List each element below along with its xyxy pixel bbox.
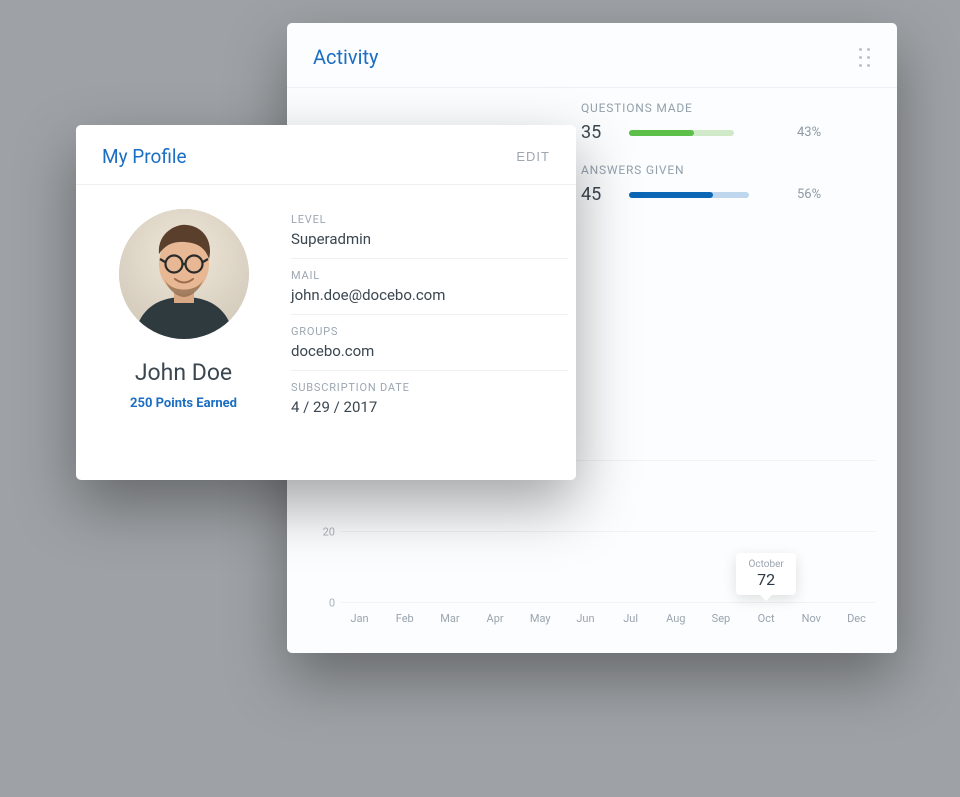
y-axis-tick: 20 [307, 525, 335, 538]
x-axis-label: Dec [847, 612, 866, 625]
metric-value: 35 [581, 122, 611, 143]
x-axis-label: Sep [712, 612, 731, 625]
info-subscription-date: SUBSCRIPTION DATE 4 / 29 / 2017 [291, 371, 568, 426]
x-axis-label: Jul [623, 612, 638, 625]
profile-title: My Profile [102, 145, 187, 168]
chart-tooltip: October72 [736, 553, 795, 595]
profile-details: LEVEL Superadmin MAIL john.doe@docebo.co… [291, 185, 576, 480]
x-axis-label: Feb [396, 612, 414, 625]
x-axis-label: Apr [487, 612, 504, 625]
metric-label: QUESTIONS MADE [581, 101, 871, 115]
x-axis-label: Oct [758, 612, 775, 625]
progress-bar [629, 192, 779, 198]
metric-questions-made: QUESTIONS MADE 35 43% [581, 101, 871, 143]
x-axis-label: Jun [576, 612, 594, 625]
x-axis-label: Mar [440, 612, 459, 625]
info-groups: GROUPS docebo.com [291, 315, 568, 371]
info-mail: MAIL john.doe@docebo.com [291, 259, 568, 315]
progress-bar [629, 130, 779, 136]
tooltip-value: 72 [748, 570, 783, 589]
metric-percent: 56% [797, 187, 837, 202]
metric-answers-given: ANSWERS GIVEN 45 56% [581, 163, 871, 205]
info-label: GROUPS [291, 325, 568, 338]
profile-card: My Profile EDIT [76, 125, 576, 480]
info-label: SUBSCRIPTION DATE [291, 381, 568, 394]
info-value: docebo.com [291, 342, 568, 360]
x-axis-label: Nov [802, 612, 821, 625]
info-value: john.doe@docebo.com [291, 286, 568, 304]
avatar[interactable] [119, 209, 249, 339]
activity-header: Activity [287, 23, 897, 88]
x-axis-label: May [530, 612, 551, 625]
metric-value: 45 [581, 184, 611, 205]
edit-button[interactable]: EDIT [516, 149, 550, 164]
info-value: Superadmin [291, 230, 568, 248]
info-value: 4 / 29 / 2017 [291, 398, 568, 416]
profile-name: John Doe [135, 359, 232, 386]
x-axis-label: Aug [666, 612, 685, 625]
x-axis-label: Jan [351, 612, 369, 625]
y-axis-tick: 0 [307, 597, 335, 610]
profile-header: My Profile EDIT [76, 125, 576, 185]
info-label: MAIL [291, 269, 568, 282]
activity-title: Activity [313, 45, 378, 69]
metric-label: ANSWERS GIVEN [581, 163, 871, 177]
info-label: LEVEL [291, 213, 568, 226]
activity-metrics: QUESTIONS MADE 35 43% ANSWERS GIVEN 45 5… [581, 101, 871, 225]
tooltip-month: October [748, 559, 783, 570]
metric-percent: 43% [797, 125, 837, 140]
profile-summary: John Doe 250 Points Earned [76, 185, 291, 480]
profile-points: 250 Points Earned [130, 396, 237, 411]
info-level: LEVEL Superadmin [291, 203, 568, 259]
drag-handle-icon[interactable] [857, 46, 871, 68]
